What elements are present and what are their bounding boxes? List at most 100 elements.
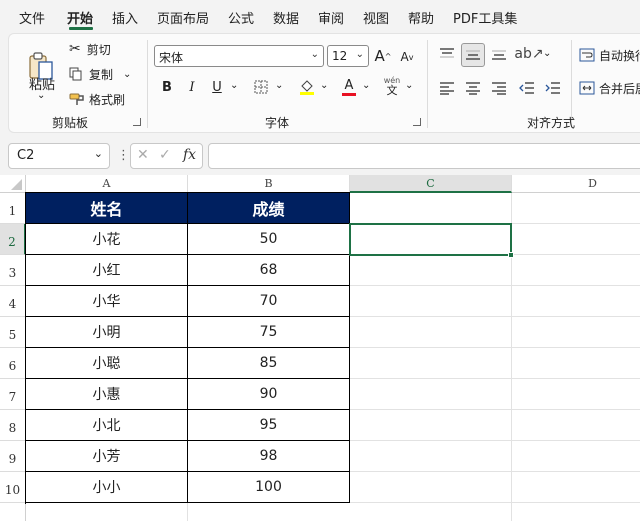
table-cell[interactable]: 小花 [26,224,188,255]
table-cell[interactable]: 95 [188,410,350,441]
align-right-icon[interactable] [489,78,509,98]
row-header-1[interactable]: 1 [0,193,26,224]
table-cell[interactable]: 小聪 [26,348,188,379]
table-cell[interactable]: 小明 [26,317,188,348]
chevron-down-icon[interactable]: ⌄ [543,48,551,59]
column-header-c[interactable]: C [350,175,512,193]
increase-font-size-icon[interactable]: A ^ [373,46,393,66]
table-cell[interactable]: 68 [188,255,350,286]
merge-center-button[interactable]: 合并后居中 [579,78,640,98]
name-box[interactable]: C2 ⌄ [8,143,110,169]
menu-help[interactable]: 帮助 [408,8,434,27]
table-cell[interactable]: 小红 [26,255,188,286]
table-cell[interactable]: 90 [188,379,350,410]
bold-button[interactable]: B [159,78,175,96]
menu-review[interactable]: 审阅 [318,8,344,27]
chevron-down-icon: ⌄ [123,68,132,80]
formula-bar: C2 ⌄ ⋮ ✕ ✓ fx [0,135,640,175]
menu-pdf-tools[interactable]: PDF工具集 [453,8,517,27]
align-left-icon[interactable] [437,78,457,98]
menu-data[interactable]: 数据 [273,8,299,27]
column-header-a[interactable]: A [26,175,188,193]
row-header-2[interactable]: 2 [0,224,26,255]
row-header-6[interactable]: 6 [0,348,26,379]
table-header-name[interactable]: 姓名 [26,193,188,224]
table-cell[interactable]: 85 [188,348,350,379]
spreadsheet-grid: A B C D 1 2 3 4 5 6 7 8 9 10 姓名 成绩 小花 50… [0,175,640,521]
row-header-4[interactable]: 4 [0,286,26,317]
menu-page-layout[interactable]: 页面布局 [157,8,209,27]
increase-indent-icon[interactable] [543,78,563,98]
fill-handle[interactable] [508,252,514,258]
menu-file[interactable]: 文件 [19,8,45,27]
insert-function-icon[interactable]: fx [183,147,196,163]
font-color-icon[interactable]: A [339,76,359,98]
cut-button[interactable]: ✂ 剪切 [69,39,111,59]
row-header-3[interactable]: 3 [0,255,26,286]
borders-icon[interactable] [252,78,270,96]
table-cell[interactable]: 小小 [26,472,188,503]
wrap-text-button[interactable]: 自动换行 [579,45,640,65]
decrease-font-size-icon[interactable]: Av [397,48,417,66]
separator [427,40,428,128]
check-icon[interactable]: ✓ [159,147,171,163]
font-dialog-launcher-icon[interactable] [413,118,421,126]
decrease-indent-icon[interactable] [517,78,537,98]
row-header-9[interactable]: 9 [0,441,26,472]
menu-insert[interactable]: 插入 [112,8,138,27]
table-cell[interactable]: 小芳 [26,441,188,472]
table-cell[interactable]: 75 [188,317,350,348]
format-painter-button[interactable]: 格式刷 [69,89,125,109]
font-name-value: 宋体 [159,51,184,65]
underline-button[interactable]: U [209,78,225,96]
paste-dropdown-icon[interactable]: ⌄ [37,90,45,101]
table-cell[interactable]: 50 [188,224,350,255]
menu-bar: 文件 开始 插入 页面布局 公式 数据 审阅 视图 帮助 PDF工具集 [0,0,640,32]
table-header-score[interactable]: 成绩 [188,193,350,224]
table-cell[interactable]: 小华 [26,286,188,317]
fill-color-icon[interactable] [297,76,317,98]
formula-input[interactable] [208,143,640,169]
table-cell[interactable]: 70 [188,286,350,317]
column-header-d[interactable]: D [512,175,640,193]
active-cell-selection[interactable] [349,223,512,256]
select-all-corner[interactable] [0,175,26,193]
cancel-icon[interactable]: ✕ [137,147,149,163]
row-header-7[interactable]: 7 [0,379,26,410]
chevron-down-icon[interactable]: ⌄ [405,80,413,91]
phonetic-guide-icon[interactable]: wén 文 [381,74,403,98]
separator [147,40,148,128]
table-cell[interactable]: 100 [188,472,350,503]
column-header-b[interactable]: B [188,175,350,193]
row-header-11[interactable] [0,503,26,521]
clipboard-dialog-launcher-icon[interactable] [133,118,141,126]
chevron-down-icon[interactable]: ⌄ [362,80,370,91]
align-center-icon[interactable] [463,78,483,98]
empty-cells-row-11[interactable] [26,503,350,521]
menu-home[interactable]: 开始 [67,8,93,27]
table-cell[interactable]: 98 [188,441,350,472]
name-box-value: C2 [17,148,35,163]
table-cell[interactable]: 小北 [26,410,188,441]
menu-formulas[interactable]: 公式 [228,8,254,27]
paintbrush-icon [69,92,85,106]
italic-button[interactable]: I [184,78,200,96]
wrap-text-icon [579,48,595,62]
font-size-select[interactable]: 12 ⌄ [327,45,369,67]
menu-view[interactable]: 视图 [363,8,389,27]
chevron-down-icon[interactable]: ⌄ [275,80,283,91]
orientation-icon[interactable]: ab↗ [514,44,543,64]
row-header-5[interactable]: 5 [0,317,26,348]
bottom-align-icon[interactable] [489,44,509,64]
row-header-8[interactable]: 8 [0,410,26,441]
table-cell[interactable]: 小惠 [26,379,188,410]
row-header-10[interactable]: 10 [0,472,26,503]
chevron-down-icon[interactable]: ⌄ [230,80,238,91]
table-border-top [25,192,350,193]
font-name-select[interactable]: 宋体 ⌄ [154,45,324,67]
top-align-icon[interactable] [437,44,457,64]
copy-button[interactable]: 复制 ⌄ [69,64,131,84]
more-options-icon[interactable]: ⋮ [117,148,130,163]
chevron-down-icon[interactable]: ⌄ [320,80,328,91]
middle-align-icon[interactable] [461,43,485,67]
